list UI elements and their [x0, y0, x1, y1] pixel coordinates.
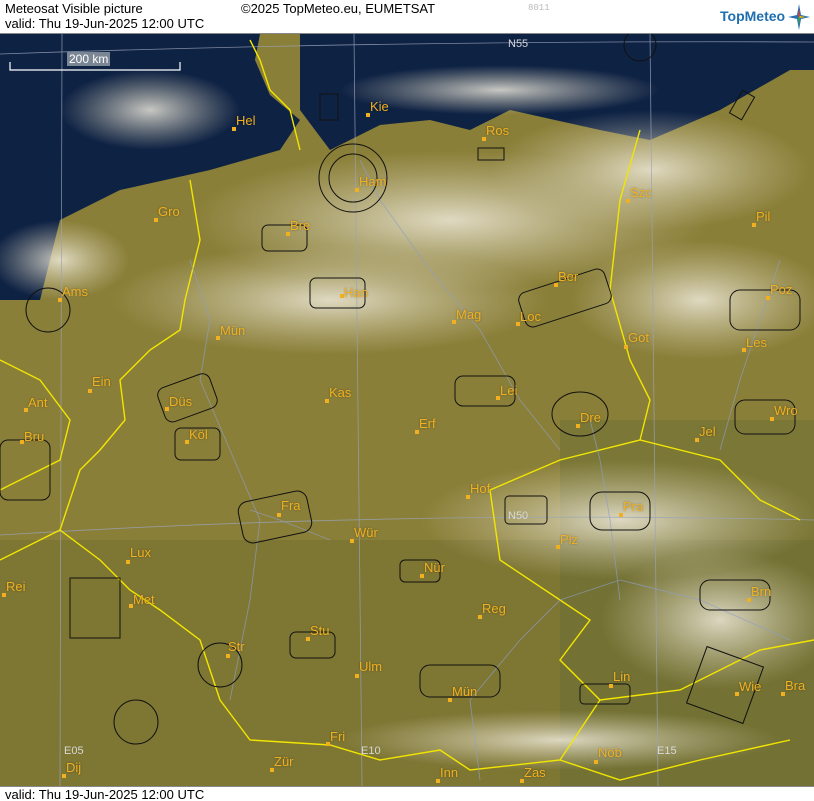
city-label: Les [746, 335, 767, 350]
city-label: Mag [456, 307, 482, 322]
footer-bar: valid: Thu 19-Jun-2025 12:00 UTC [0, 786, 814, 801]
city-label: Zas [524, 765, 546, 780]
city-label: Hel [236, 113, 256, 128]
city-label: Mün [220, 323, 246, 338]
city-label: Han [344, 285, 368, 300]
city-label: Düs [169, 394, 193, 409]
city-label: Ber [558, 269, 579, 284]
city-label: Plz [560, 532, 579, 547]
map-viewer: Meteosat Visible picture valid: Thu 19-J… [0, 0, 814, 801]
city-label: Fri [330, 729, 346, 744]
city-label: Dre [580, 410, 601, 425]
city-label: Reg [482, 601, 506, 616]
city-label: Wie [739, 679, 762, 694]
city-label: Wür [354, 525, 378, 540]
city-label: Got [628, 330, 649, 345]
city-label: Nöb [598, 745, 622, 760]
city-label: Gro [158, 204, 180, 219]
city-label: Szc [630, 185, 652, 200]
grid-label: E10 [361, 745, 381, 757]
topmeteo-logo[interactable]: TopMeteo [720, 8, 785, 24]
grid-label: N55 [508, 38, 529, 50]
city-dot [624, 345, 628, 349]
image-code: 8011 [528, 3, 550, 13]
city-label: Str [228, 639, 245, 654]
city-label: Pra [623, 499, 644, 514]
city-label: Kas [329, 385, 352, 400]
city-dot [226, 654, 230, 658]
grid-label: N50 [508, 510, 529, 522]
city-label: Ham [359, 174, 387, 189]
city-label: Ant [28, 395, 48, 410]
city-label: Wro [774, 403, 798, 418]
satellite-map [0, 34, 814, 786]
city-label: Dij [66, 760, 82, 775]
city-dot [126, 560, 130, 564]
city-dot [609, 684, 613, 688]
city-label: Fra [281, 498, 301, 513]
header-bar: Meteosat Visible picture valid: Thu 19-J… [0, 0, 814, 34]
city-label: Köl [189, 427, 208, 442]
city-dot [88, 389, 92, 393]
grid-label: E05 [64, 745, 84, 757]
city-label: Stu [310, 623, 330, 638]
city-label: Bra [785, 678, 806, 693]
scale-label: 200 km [67, 52, 111, 66]
city-label: Mün [452, 684, 478, 699]
city-label: Erf [419, 416, 436, 431]
city-label: Rei [6, 579, 26, 594]
city-label: Jel [699, 424, 716, 439]
city-label: Zür [274, 754, 294, 769]
compass-star-icon [788, 4, 810, 30]
city-label: Lux [130, 545, 151, 560]
city-label: Inn [440, 765, 459, 780]
city-label: Poz [770, 282, 793, 297]
city-label: Kie [370, 99, 389, 114]
city-label: Bru [24, 429, 45, 444]
city-label: Met [133, 592, 155, 607]
city-label: Lin [613, 669, 631, 684]
valid-time: valid: Thu 19-Jun-2025 12:00 UTC [5, 16, 205, 31]
city-label: Loc [520, 309, 541, 324]
city-label: Ros [486, 123, 510, 138]
city-label: Nür [424, 560, 445, 575]
city-label: Pil [756, 209, 771, 224]
city-dot [277, 513, 281, 517]
copyright: ©2025 TopMeteo.eu, EUMETSAT [241, 1, 436, 16]
city-label: Ein [92, 374, 111, 389]
product-title: Meteosat Visible picture [5, 1, 143, 16]
grid-label: E15 [657, 745, 677, 757]
city-dot [594, 760, 598, 764]
city-label: Ulm [359, 659, 383, 674]
city-label: Lei [500, 383, 518, 398]
footer-valid-time: valid: Thu 19-Jun-2025 12:00 UTC [5, 787, 205, 801]
city-label: Ams [62, 284, 88, 299]
city-dot [355, 674, 359, 678]
city-label: Brn [751, 584, 772, 599]
city-label: Bre [290, 218, 311, 233]
city-label: Hof [470, 481, 491, 496]
